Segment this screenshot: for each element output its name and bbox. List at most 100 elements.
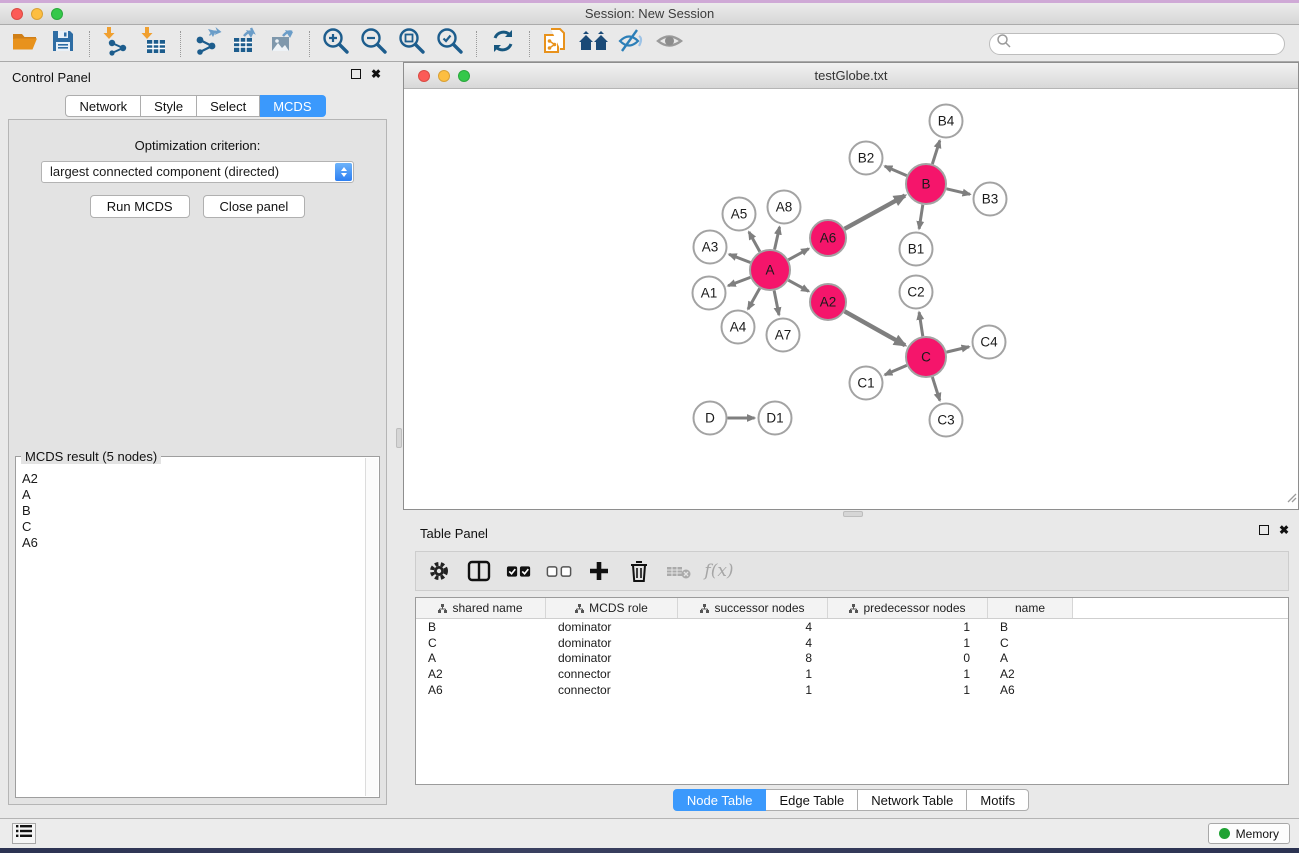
table-row[interactable]: A2connector11A2 xyxy=(416,666,1288,682)
column-header-MCDS-role[interactable]: MCDS role xyxy=(546,598,678,618)
column-header-shared-name[interactable]: shared name xyxy=(416,598,546,618)
run-mcds-button[interactable]: Run MCDS xyxy=(90,195,190,218)
duplicate-network-button[interactable] xyxy=(537,28,575,60)
zoom-out-button[interactable] xyxy=(355,28,393,60)
graph-edge-C-C4[interactable] xyxy=(946,347,969,352)
float-table-panel-icon[interactable] xyxy=(1259,525,1269,535)
task-history-button[interactable] xyxy=(12,823,36,844)
search-input[interactable] xyxy=(1012,37,1262,51)
table-row[interactable]: A6connector11A6 xyxy=(416,682,1288,698)
add-column-icon[interactable] xyxy=(586,558,612,584)
result-scrollbar[interactable] xyxy=(365,458,378,796)
optimization-criterion-select[interactable]: largest connected component (directed) xyxy=(41,161,354,183)
graph-node-label: C xyxy=(921,350,931,365)
table-cell: 1 xyxy=(828,683,988,697)
select-all-icon[interactable] xyxy=(506,558,532,584)
zoom-selected-button[interactable] xyxy=(431,28,469,60)
graph-edge-A2-C[interactable] xyxy=(845,311,906,345)
graph-edge-B-B4[interactable] xyxy=(932,141,939,164)
graph-edge-A-A6[interactable] xyxy=(788,249,808,260)
graph-edge-B-B3[interactable] xyxy=(946,189,970,195)
table-cell: 4 xyxy=(678,620,828,634)
graph-edge-A-A1[interactable] xyxy=(728,277,750,285)
network-canvas[interactable]: ABCA2A6A1A3A4A5A7A8B1B2B3B4C1C2C3C4DD1 xyxy=(404,89,1298,509)
show-details-icon xyxy=(655,27,685,60)
graph-edge-B-B2[interactable] xyxy=(885,166,907,175)
table-row[interactable]: Cdominator41C xyxy=(416,635,1288,651)
graph-edge-B-B1[interactable] xyxy=(919,205,923,229)
export-network-button[interactable] xyxy=(188,28,226,60)
graph-node-label: C4 xyxy=(980,335,998,350)
delete-table-icon[interactable] xyxy=(666,558,692,584)
export-table-button[interactable] xyxy=(226,28,264,60)
mcds-result-item[interactable]: A2 xyxy=(22,471,379,487)
graph-edge-C-C1[interactable] xyxy=(885,365,907,374)
vertical-splitter-handle[interactable] xyxy=(396,428,402,448)
show-details-button[interactable] xyxy=(651,28,689,60)
close-panel-button[interactable]: Close panel xyxy=(203,195,306,218)
export-image-icon xyxy=(268,26,298,61)
column-header-successor-nodes[interactable]: successor nodes xyxy=(678,598,828,618)
graph-node-label: B xyxy=(921,177,930,192)
mcds-result-item[interactable]: A xyxy=(22,487,379,503)
graph-edge-A-A7[interactable] xyxy=(774,291,779,315)
tab-select[interactable]: Select xyxy=(197,95,260,117)
import-network-icon xyxy=(101,26,131,61)
table-tabs: Node TableEdge TableNetwork TableMotifs xyxy=(403,789,1299,811)
save-session-button[interactable] xyxy=(44,28,82,60)
memory-status-icon xyxy=(1219,828,1230,839)
columns-icon[interactable] xyxy=(466,558,492,584)
hide-details-icon xyxy=(617,27,647,60)
function-builder-icon[interactable]: f(x) xyxy=(706,558,732,584)
column-header-predecessor-nodes[interactable]: predecessor nodes xyxy=(828,598,988,618)
graph-edge-A6-B[interactable] xyxy=(845,196,905,229)
import-network-button[interactable] xyxy=(97,28,135,60)
close-panel-icon[interactable]: ✖ xyxy=(371,69,381,79)
table-cell: A6 xyxy=(416,683,546,697)
export-table-icon xyxy=(230,26,260,61)
tab-network-table[interactable]: Network Table xyxy=(858,789,967,811)
node-table: shared nameMCDS rolesuccessor nodesprede… xyxy=(415,597,1289,785)
table-row[interactable]: Adominator80A xyxy=(416,651,1288,667)
open-file-icon xyxy=(11,27,39,60)
deselect-all-icon[interactable] xyxy=(546,558,572,584)
graph-node-label: C3 xyxy=(937,413,954,428)
export-image-button[interactable] xyxy=(264,28,302,60)
delete-icon[interactable] xyxy=(626,558,652,584)
tab-mcds[interactable]: MCDS xyxy=(260,95,325,117)
graph-edge-C-C2[interactable] xyxy=(919,312,923,336)
resize-grip-icon[interactable] xyxy=(1285,490,1297,508)
mcds-result-item[interactable]: B xyxy=(22,503,379,519)
graph-edge-A-A4[interactable] xyxy=(748,288,760,309)
import-table-button[interactable] xyxy=(135,28,173,60)
open-file-button[interactable] xyxy=(6,28,44,60)
tab-network[interactable]: Network xyxy=(65,95,141,117)
gear-icon[interactable] xyxy=(426,558,452,584)
mcds-result-item[interactable]: A6 xyxy=(22,535,379,551)
dropdown-stepper-icon xyxy=(335,163,352,181)
graph-edge-A-A8[interactable] xyxy=(775,227,780,249)
column-header-name[interactable]: name xyxy=(988,598,1073,618)
graph-edge-A-A2[interactable] xyxy=(788,280,808,291)
graph-edge-A-A3[interactable] xyxy=(729,254,750,262)
tab-edge-table[interactable]: Edge Table xyxy=(766,789,858,811)
horizontal-splitter-handle[interactable] xyxy=(843,511,863,517)
zoom-fit-button[interactable] xyxy=(393,28,431,60)
zoom-in-button[interactable] xyxy=(317,28,355,60)
close-table-panel-icon[interactable]: ✖ xyxy=(1279,525,1289,535)
graph-edge-A-A5[interactable] xyxy=(749,232,760,252)
tab-motifs[interactable]: Motifs xyxy=(967,789,1029,811)
mcds-result-item[interactable]: C xyxy=(22,519,379,535)
table-row[interactable]: Bdominator41B xyxy=(416,619,1288,635)
tab-style[interactable]: Style xyxy=(141,95,197,117)
home-networks-button[interactable] xyxy=(575,28,613,60)
tab-node-table[interactable]: Node Table xyxy=(673,789,767,811)
table-toolbar: f(x) xyxy=(415,551,1289,591)
table-cell: 1 xyxy=(678,667,828,681)
float-panel-icon[interactable] xyxy=(351,69,361,79)
hide-details-button[interactable] xyxy=(613,28,651,60)
memory-button[interactable]: Memory xyxy=(1208,823,1290,844)
refresh-button[interactable] xyxy=(484,28,522,60)
graph-edge-C-C3[interactable] xyxy=(932,377,939,400)
graph-node-label: A5 xyxy=(731,207,748,222)
